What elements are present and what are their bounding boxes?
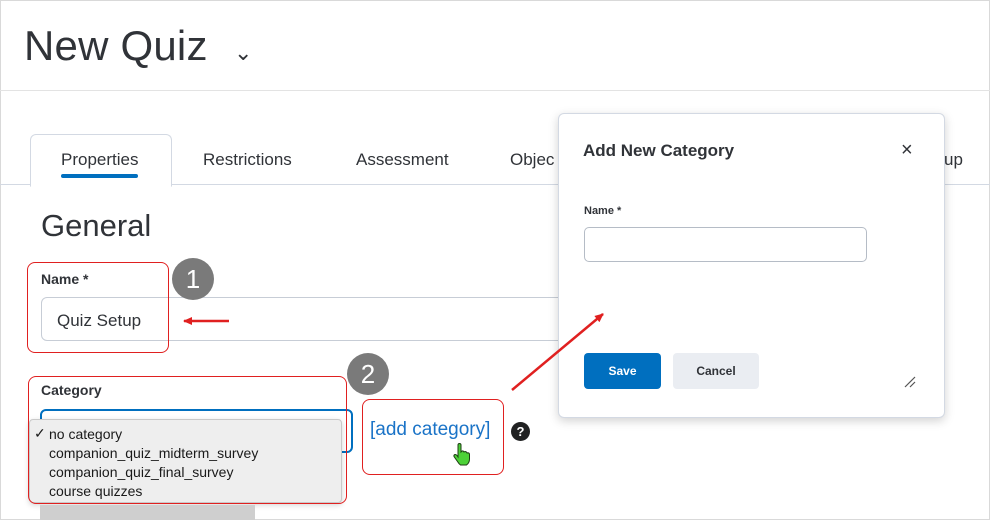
annotation-overlay <box>183 313 604 391</box>
arrow-to-dialog <box>511 313 604 391</box>
